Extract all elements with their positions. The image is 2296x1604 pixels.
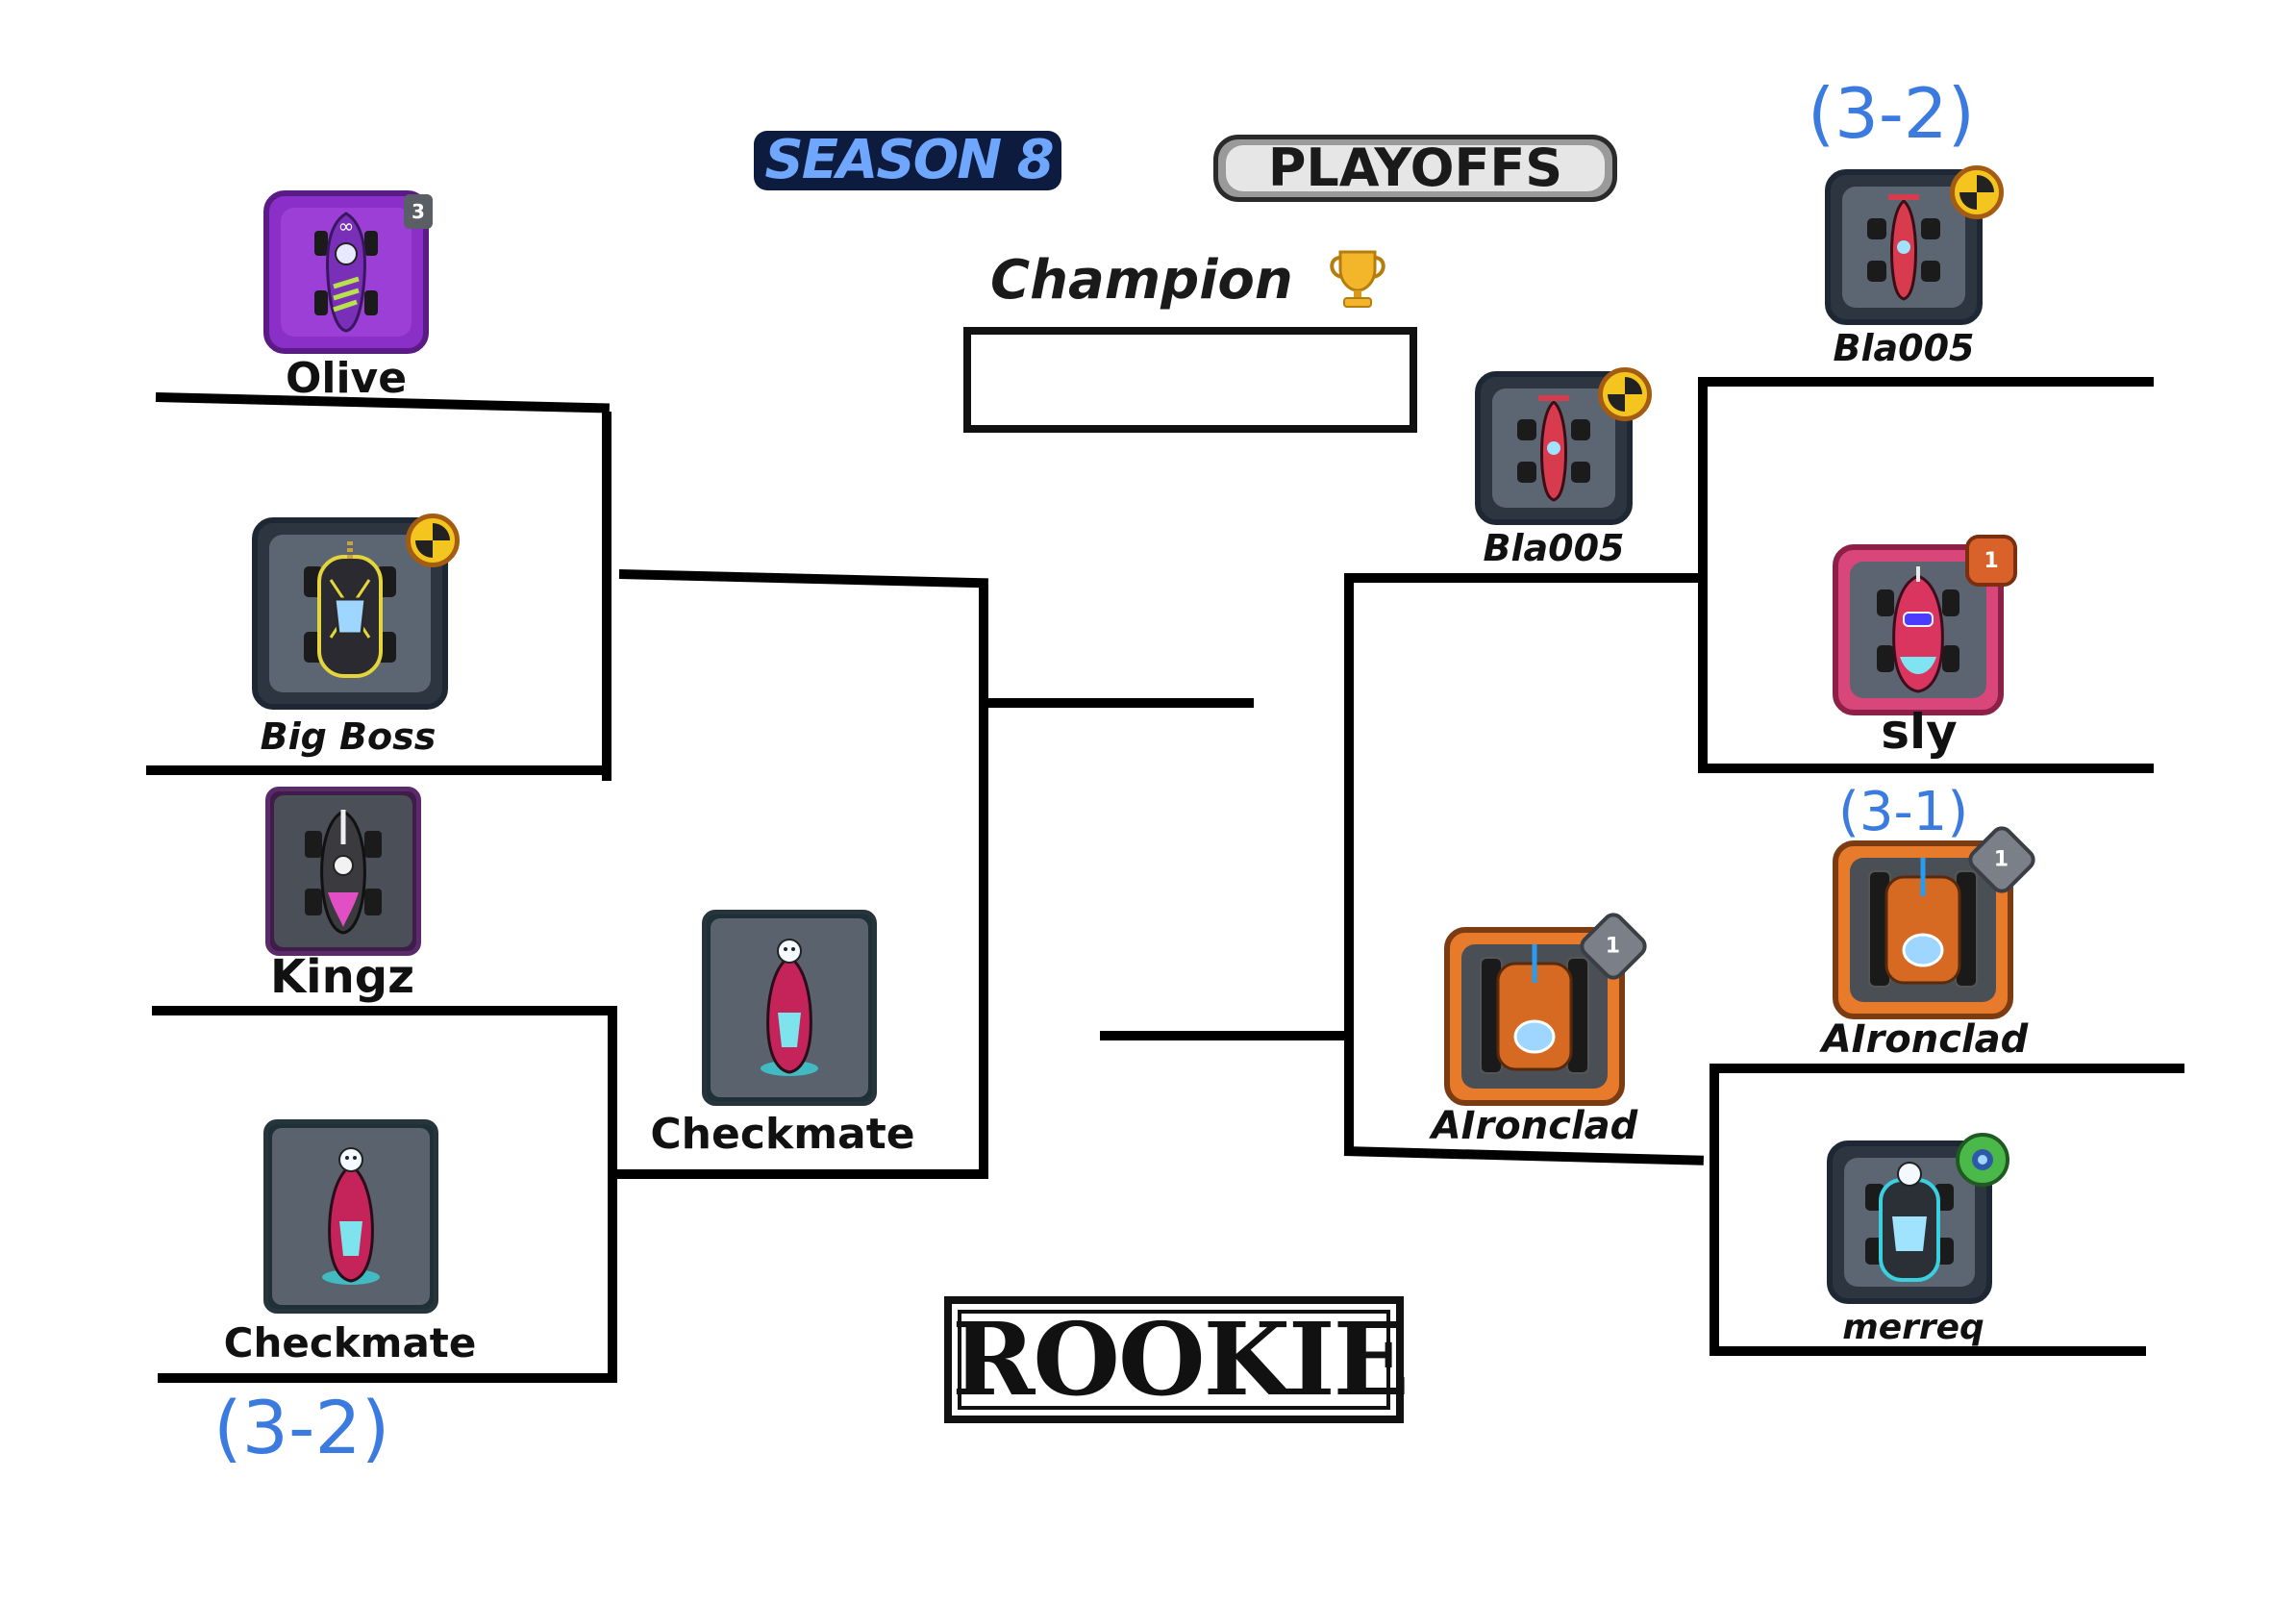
playoffs-title: PLAYOFFS <box>1267 138 1563 198</box>
player-name-big-boss: Big Boss <box>260 715 437 758</box>
champion-box[interactable] <box>963 327 1417 433</box>
car-icon <box>322 1147 380 1285</box>
player-name-bla005-r1: Bla005 <box>1833 327 1975 369</box>
svg-text:∞: ∞ <box>338 214 355 238</box>
bracket-line <box>979 585 988 1177</box>
bracket-line <box>602 412 611 781</box>
player-name-sly: sly <box>1881 704 1958 760</box>
player-card-sly[interactable]: 1 <box>1833 535 2017 715</box>
player-name-olive: Olive <box>285 354 408 403</box>
car-icon <box>761 939 818 1076</box>
player-card-bla005-r2[interactable] <box>1475 367 1652 525</box>
bracket-line <box>152 1006 617 1015</box>
bracket-line <box>608 1010 617 1379</box>
bracket-line <box>146 765 611 775</box>
trophy-icon <box>1327 246 1388 310</box>
bracket-line <box>1100 1031 1346 1040</box>
player-card-aironclad-r2[interactable]: 1 <box>1444 908 1652 1106</box>
player-name-aironclad-r1: AIronclad <box>1821 1017 2029 1062</box>
player-card-kingz[interactable] <box>265 787 421 956</box>
bracket-line <box>1344 573 1702 583</box>
car-icon <box>1517 395 1590 502</box>
bracket-line <box>1343 1146 1705 1165</box>
crash-test-icon <box>1950 165 2004 219</box>
bracket-line <box>1344 573 1354 1150</box>
player-name-merreq: merreq <box>1842 1308 1984 1347</box>
champion-name <box>971 335 1410 425</box>
player-card-checkmate-r1[interactable] <box>263 1119 438 1314</box>
car-icon <box>1480 944 1589 1074</box>
rank-value: 1 <box>1994 847 2009 872</box>
bracket-line <box>617 1169 988 1179</box>
bracket-line <box>618 569 989 589</box>
player-card-big-boss[interactable] <box>252 514 460 710</box>
car-icon: ∞ <box>314 212 378 333</box>
rank-value: 1 <box>1606 934 1621 959</box>
emerald-rank-icon <box>1956 1133 2009 1187</box>
player-name-kingz: Kingz <box>269 950 415 1004</box>
car-icon <box>1877 566 1959 693</box>
player-card-bla005-r1[interactable] <box>1825 165 2004 325</box>
crash-test-icon <box>406 514 460 567</box>
player-card-merreq[interactable] <box>1827 1133 2009 1304</box>
player-name-aironclad-r2: AIronclad <box>1431 1104 1638 1148</box>
player-name-bla005-r2: Bla005 <box>1483 527 1625 569</box>
season-logo: SEASON 8 <box>750 123 1067 200</box>
car-icon <box>304 541 396 678</box>
player-card-aironclad-r1[interactable]: 1 <box>1833 821 2040 1019</box>
season-title: SEASON 8 <box>764 129 1054 191</box>
player-card-checkmate-r2[interactable] <box>702 910 877 1106</box>
score-right-aironclad: (3-1) <box>1838 781 1969 843</box>
player-card-olive[interactable]: ∞ 3 <box>263 190 433 354</box>
bracket-line <box>158 1373 617 1383</box>
bracket-line <box>1710 1346 2146 1356</box>
score-left-checkmate: (3-2) <box>213 1385 390 1470</box>
bracket-line <box>1710 1065 1719 1352</box>
score-right-bla005: (3-2) <box>1808 73 1975 154</box>
division-title: ROOKIE <box>952 1300 1410 1418</box>
division-box: ROOKIE <box>944 1296 1410 1423</box>
car-icon <box>1865 1162 1954 1282</box>
player-name-checkmate-r1: Checkmate <box>223 1319 477 1366</box>
champion-label: Champion <box>990 249 1293 312</box>
playoffs-plate: PLAYOFFS <box>1213 135 1617 202</box>
hexagon-rank-icon: 1 <box>1965 535 2017 587</box>
car-icon <box>1867 194 1940 301</box>
level-badge: 3 <box>404 194 433 229</box>
bracket-line <box>988 698 1254 708</box>
crash-test-icon <box>1598 367 1652 421</box>
player-name-checkmate-r2: Checkmate <box>650 1110 915 1159</box>
car-icon <box>1868 858 1978 988</box>
bracket-line <box>1710 1064 2184 1073</box>
bracket-line <box>1698 377 2154 387</box>
bracket-line <box>1698 764 2154 773</box>
car-icon <box>305 810 382 935</box>
